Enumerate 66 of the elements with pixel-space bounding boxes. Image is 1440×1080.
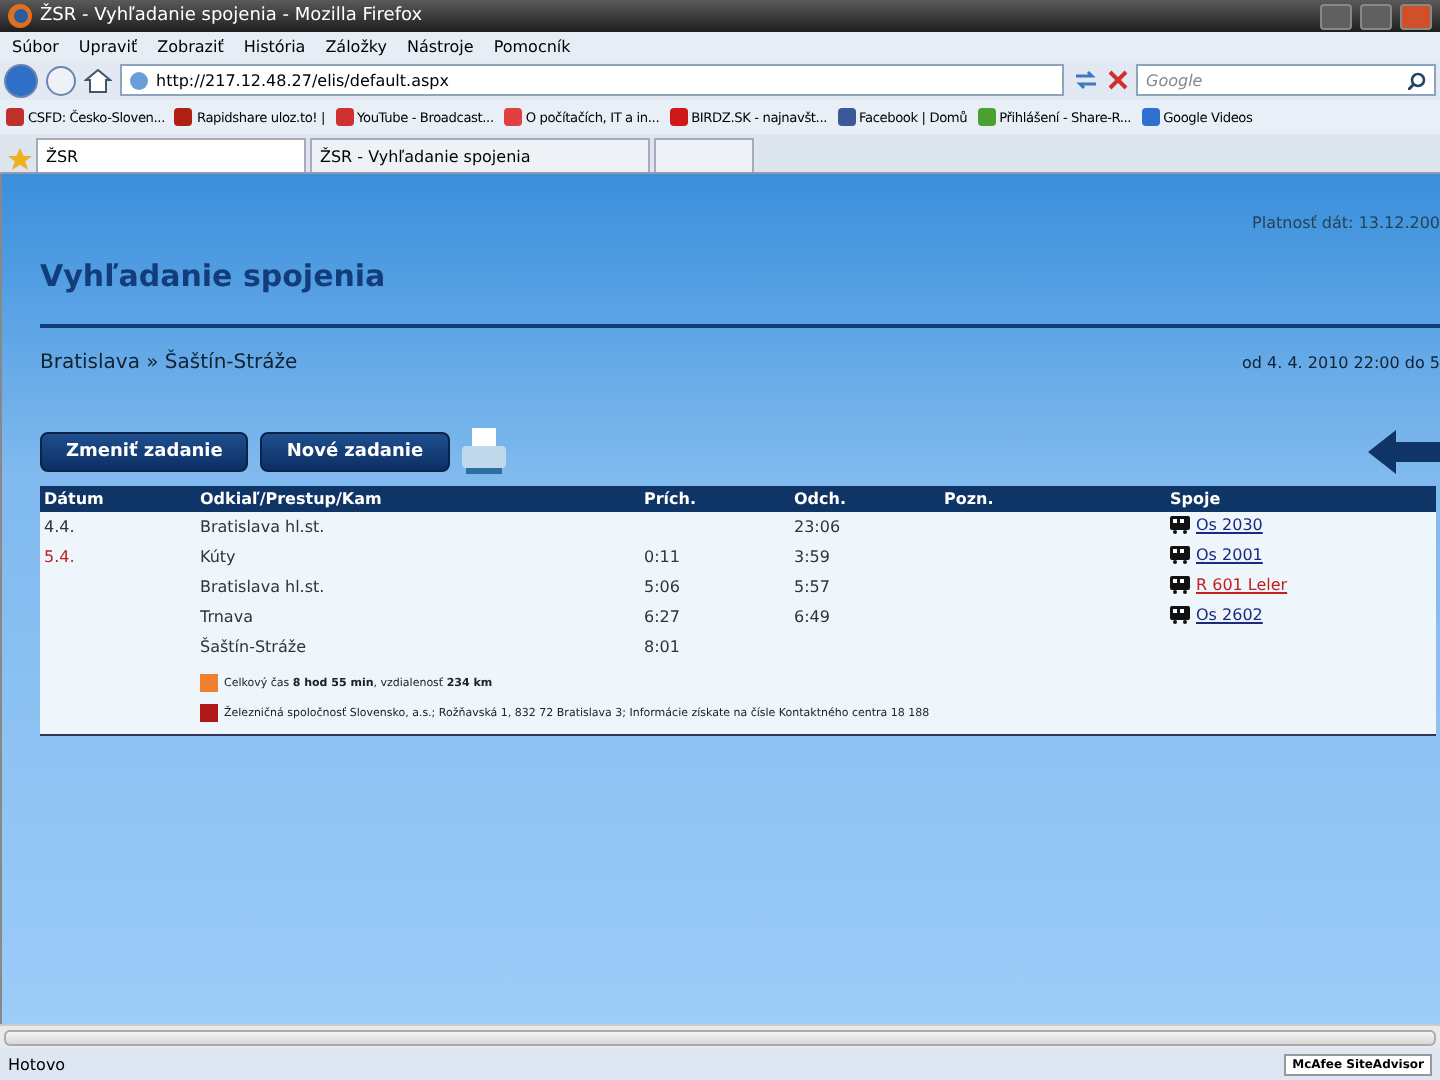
train-link[interactable]: R 601 Leler: [1196, 576, 1288, 594]
action-button[interactable]: Nové zadanie: [260, 432, 450, 472]
date-cell-text: 5.4.: [42, 548, 77, 566]
search-placeholder: Google: [1146, 71, 1203, 89]
refresh-icon[interactable]: [1072, 68, 1100, 92]
train-icon: [1170, 516, 1190, 534]
search-field[interactable]: Google: [1136, 64, 1436, 96]
departure-cell-text: 3:59: [792, 548, 832, 566]
arrival-cell-text: 5:06: [642, 578, 682, 596]
back-button[interactable]: [4, 63, 38, 97]
train-link[interactable]: Os 2030: [1196, 516, 1263, 534]
browser-tab[interactable]: ŽSR - Vyhľadanie spojenia: [310, 138, 650, 172]
station-cell-text: Bratislava hl.st.: [198, 578, 327, 596]
departure-cell-text: 23:06: [792, 518, 843, 536]
new-tab-button[interactable]: [654, 138, 754, 172]
address-field[interactable]: http://217.12.48.27/elis/default.aspx: [120, 64, 1064, 96]
search-icon: [1408, 71, 1426, 89]
column-header: Pozn.: [942, 490, 996, 508]
column-header: Odkiaľ/Prestup/Kam: [198, 490, 384, 508]
forward-button[interactable]: [46, 65, 76, 95]
train-link[interactable]: Os 2602: [1196, 606, 1263, 624]
station-cell-text: Bratislava hl.st.: [198, 518, 327, 536]
train-icon: [1170, 606, 1190, 624]
menu-item[interactable]: Záložky: [325, 37, 387, 55]
departure-cell-text: 6:49: [792, 608, 832, 626]
menu-item[interactable]: Zobraziť: [157, 37, 224, 55]
arrival-cell-text: 8:01: [642, 638, 682, 656]
menu-item[interactable]: História: [243, 37, 306, 55]
train-icon: [1170, 576, 1190, 594]
action-button[interactable]: Zmeniť zadanie: [40, 432, 249, 472]
page-title: Vyhľadanie spojenia: [40, 258, 386, 298]
browser-logo-icon: [8, 4, 32, 28]
status-text: Hotovo: [8, 1055, 68, 1073]
arrival-cell-text: 6:27: [642, 608, 682, 626]
window-title: ŽSR - Vyhľadanie spojenia - Mozilla Firefox: [40, 6, 425, 26]
arrow-icon[interactable]: [1368, 430, 1440, 474]
station-cell-text: Trnava: [198, 608, 255, 626]
home-icon[interactable]: [84, 67, 112, 93]
menu-item[interactable]: Súbor: [12, 37, 59, 55]
menu-item[interactable]: Nástroje: [406, 37, 474, 55]
star-icon[interactable]: [8, 148, 32, 172]
column-header: Spoje: [1168, 490, 1223, 508]
period-text: od 4. 4. 2010 22:00 do 5: [1242, 354, 1440, 372]
scrollbar-thumb[interactable]: [4, 1029, 1436, 1045]
close-button[interactable]: [1400, 3, 1432, 29]
menu-item[interactable]: Upraviť: [78, 37, 138, 55]
arrival-cell-text: 0:11: [642, 548, 682, 566]
route-text: Bratislava » Šaštín-Stráže: [40, 352, 298, 374]
validity-text: Platnosť dát: 13.12.200: [1252, 214, 1440, 236]
url-text: http://217.12.48.27/elis/default.aspx: [156, 71, 449, 89]
station-cell-text: Kúty: [198, 548, 238, 566]
menu-item[interactable]: Pomocník: [493, 37, 571, 55]
stop-icon[interactable]: [1108, 70, 1128, 90]
train-link[interactable]: Os 2001: [1196, 546, 1263, 564]
minimize-button[interactable]: [1320, 3, 1352, 29]
browser-tab[interactable]: ŽSR: [36, 138, 306, 172]
date-cell-text: 4.4.: [42, 518, 77, 536]
maximize-button[interactable]: [1360, 3, 1392, 29]
column-header: Odch.: [792, 490, 849, 508]
train-icon: [1170, 546, 1190, 564]
printer-icon[interactable]: [461, 428, 506, 476]
departure-cell-text: 5:57: [792, 578, 832, 596]
station-cell-text: Šaštín-Stráže: [198, 638, 308, 656]
column-header: Dátum: [42, 490, 106, 508]
column-header: Prích.: [642, 490, 699, 508]
globe-icon: [130, 71, 148, 89]
